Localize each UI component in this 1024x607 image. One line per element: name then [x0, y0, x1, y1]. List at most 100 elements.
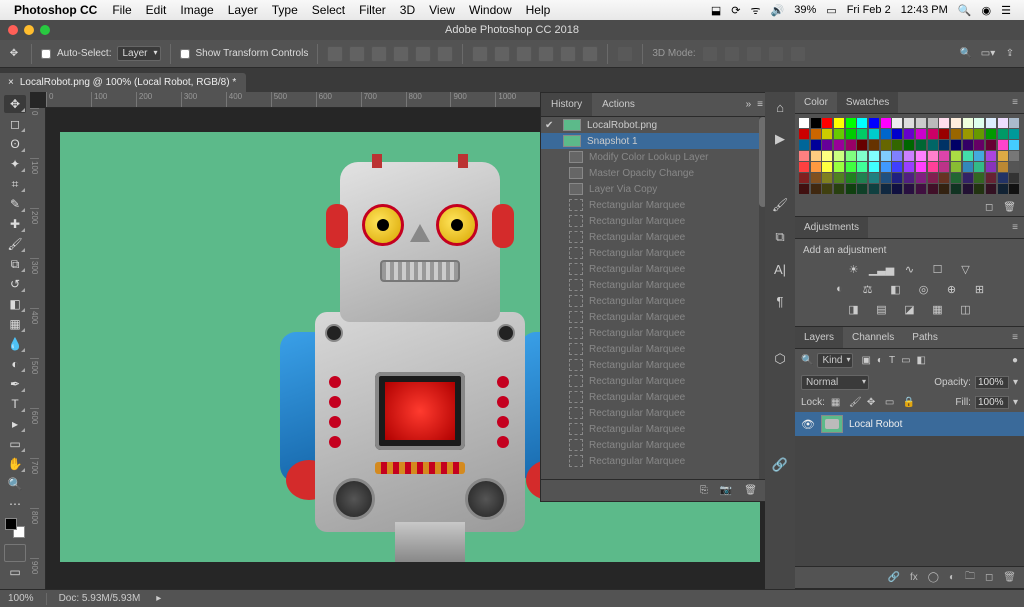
swatch[interactable]: [811, 129, 821, 139]
swatch[interactable]: [986, 118, 996, 128]
levels-icon[interactable]: ▁▃▅: [874, 262, 890, 276]
3d-panel-icon[interactable]: ⬡: [771, 350, 789, 368]
swatch[interactable]: [811, 184, 821, 194]
swatch[interactable]: [846, 184, 856, 194]
history-state[interactable]: Rectangular Marquee: [541, 309, 765, 325]
swatch[interactable]: [857, 129, 867, 139]
color-balance-icon[interactable]: ⚖: [860, 282, 876, 296]
swatch[interactable]: [904, 129, 914, 139]
panel-collapse-icon[interactable]: »: [746, 99, 752, 110]
swatch[interactable]: [1009, 173, 1019, 183]
swatch[interactable]: [939, 151, 949, 161]
history-state[interactable]: Rectangular Marquee: [541, 277, 765, 293]
create-snapshot-icon[interactable]: 📷: [720, 485, 732, 496]
align-left-icon[interactable]: [327, 46, 343, 62]
swatch[interactable]: [857, 173, 867, 183]
zoom-tool[interactable]: 🔍: [4, 475, 26, 493]
swatch[interactable]: [939, 129, 949, 139]
swatch[interactable]: [846, 140, 856, 150]
eyedropper-tool[interactable]: ✎: [4, 195, 26, 213]
posterize-icon[interactable]: ▤: [874, 302, 890, 316]
swatch[interactable]: [963, 184, 973, 194]
swatch[interactable]: [963, 162, 973, 172]
align-top-icon[interactable]: [393, 46, 409, 62]
channels-tab[interactable]: Channels: [843, 327, 903, 348]
align-right-icon[interactable]: [371, 46, 387, 62]
swatch[interactable]: [857, 151, 867, 161]
swatch[interactable]: [799, 118, 809, 128]
distribute-left-icon[interactable]: [538, 46, 554, 62]
swatch[interactable]: [869, 118, 879, 128]
history-state[interactable]: Layer Via Copy: [541, 181, 765, 197]
filter-shape-icon[interactable]: ▭: [901, 355, 910, 366]
swatch[interactable]: [951, 184, 961, 194]
distribute-hcenter-icon[interactable]: [560, 46, 576, 62]
swatch[interactable]: [811, 173, 821, 183]
delete-state-icon[interactable]: 🗑: [744, 485, 757, 496]
swatch[interactable]: [928, 162, 938, 172]
swatch[interactable]: [799, 140, 809, 150]
learn-panel-icon[interactable]: ⌂: [771, 98, 789, 116]
swatches-tab[interactable]: Swatches: [837, 92, 898, 113]
paragraph-panel-icon[interactable]: ¶: [771, 292, 789, 310]
screen-mode-toggle[interactable]: ▭: [4, 563, 26, 581]
adjustments-tab[interactable]: Adjustments: [795, 217, 868, 238]
bw-icon[interactable]: ◧: [888, 282, 904, 296]
threshold-icon[interactable]: ◪: [902, 302, 918, 316]
photo-filter-icon[interactable]: ◎: [916, 282, 932, 296]
history-state[interactable]: ✔LocalRobot.png: [541, 117, 765, 133]
swatch[interactable]: [986, 140, 996, 150]
swatch[interactable]: [1009, 140, 1019, 150]
distribute-right-icon[interactable]: [582, 46, 598, 62]
share-icon[interactable]: ⇪: [1002, 46, 1018, 62]
workspace-switcher-icon[interactable]: ▭▾: [980, 46, 996, 62]
clock-day[interactable]: Fri Feb 2: [847, 4, 891, 16]
swatch[interactable]: [963, 118, 973, 128]
layer-name[interactable]: Local Robot: [849, 419, 902, 430]
swatch[interactable]: [822, 151, 832, 161]
eraser-tool[interactable]: ◧: [4, 295, 26, 313]
history-state[interactable]: Rectangular Marquee: [541, 405, 765, 421]
swatch[interactable]: [892, 184, 902, 194]
history-state[interactable]: Snapshot 1: [541, 133, 765, 149]
swatch[interactable]: [986, 173, 996, 183]
gradient-tool[interactable]: ▦: [4, 315, 26, 333]
swatch[interactable]: [892, 162, 902, 172]
brushes-panel-icon[interactable]: 🖌: [771, 196, 789, 214]
auto-select-target-dropdown[interactable]: Layer: [117, 46, 160, 61]
swatch[interactable]: [869, 140, 879, 150]
swatch[interactable]: [799, 173, 809, 183]
swatch[interactable]: [939, 184, 949, 194]
menu-file[interactable]: File: [112, 3, 131, 17]
close-tab-icon[interactable]: ×: [8, 77, 14, 88]
menu-edit[interactable]: Edit: [146, 3, 167, 17]
filter-smart-icon[interactable]: ◧: [917, 355, 926, 366]
swatch[interactable]: [916, 140, 926, 150]
sync-icon[interactable]: ⟳: [731, 4, 740, 17]
swatch[interactable]: [998, 184, 1008, 194]
swatch[interactable]: [869, 151, 879, 161]
swatch[interactable]: [998, 118, 1008, 128]
character-panel-icon[interactable]: A|: [771, 260, 789, 278]
swatch[interactable]: [846, 162, 856, 172]
swatch[interactable]: [986, 184, 996, 194]
panel-menu-icon[interactable]: ≡: [757, 99, 763, 110]
swatch[interactable]: [928, 140, 938, 150]
swatch[interactable]: [916, 118, 926, 128]
swatch[interactable]: [834, 151, 844, 161]
menu-type[interactable]: Type: [272, 3, 298, 17]
menu-layer[interactable]: Layer: [228, 3, 258, 17]
swatch[interactable]: [939, 162, 949, 172]
swatch[interactable]: [869, 173, 879, 183]
menu-help[interactable]: Help: [526, 3, 551, 17]
swatch[interactable]: [857, 184, 867, 194]
swatch[interactable]: [869, 184, 879, 194]
swatch[interactable]: [881, 173, 891, 183]
filter-adjust-icon[interactable]: ◐: [877, 355, 883, 366]
swatch[interactable]: [974, 162, 984, 172]
swatch[interactable]: [822, 129, 832, 139]
swatch[interactable]: [881, 129, 891, 139]
swatch[interactable]: [834, 140, 844, 150]
battery-icon[interactable]: ▭: [826, 4, 836, 17]
auto-align-icon[interactable]: [617, 46, 633, 62]
